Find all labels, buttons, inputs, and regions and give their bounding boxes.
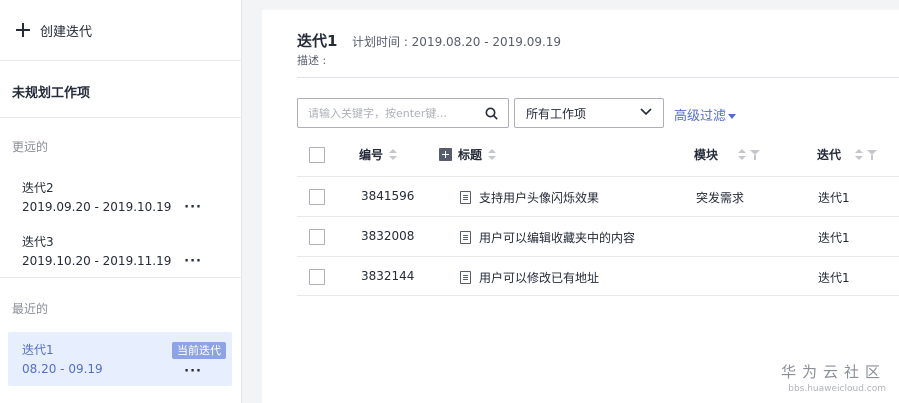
work-item-title[interactable]: 用户可以编辑收藏夹中的内容 — [460, 229, 635, 246]
row-checkbox[interactable] — [309, 189, 325, 205]
watermark-url: bbs.huaweicloud.com — [788, 384, 886, 394]
document-icon — [460, 231, 471, 244]
page-title: 迭代1 — [297, 32, 338, 50]
current-iteration-badge: 当前迭代 — [172, 342, 226, 359]
table-header: 编号 标题 模块 迭代 — [297, 136, 899, 176]
work-item-iteration: 迭代1 — [818, 231, 850, 245]
document-icon — [460, 271, 471, 284]
filter-icon[interactable] — [867, 149, 878, 160]
work-item-title-text: 用户可以编辑收藏夹中的内容 — [479, 231, 636, 245]
section-title-farther: 更远的 — [12, 140, 49, 154]
work-item-title[interactable]: 支持用户头像闪烁效果 — [460, 189, 599, 206]
advanced-filter-label: 高级过滤 — [674, 109, 727, 124]
work-item-title-text: 支持用户头像闪烁效果 — [479, 191, 600, 205]
iteration-name: 迭代2 — [22, 181, 54, 195]
app-root: 创建迭代 未规划工作项 更远的 迭代2 2019.09.20 - 2019.10… — [0, 0, 899, 403]
description-label: 描述 : — [297, 54, 327, 67]
section-title-recent: 最近的 — [12, 302, 49, 316]
work-item-iteration: 迭代1 — [818, 271, 850, 285]
divider — [0, 117, 242, 118]
work-item-id: 3832144 — [361, 269, 415, 283]
row-checkbox[interactable] — [309, 269, 325, 285]
sort-icon[interactable] — [389, 148, 398, 161]
work-item-title-text: 用户可以修改已有地址 — [479, 271, 600, 285]
watermark: 华为云社区 bbs.huaweicloud.com — [781, 361, 886, 394]
plan-time: 计划时间 : 2019.08.20 - 2019.09.19 — [352, 35, 562, 49]
more-icon[interactable]: ··· — [184, 255, 202, 268]
filter-icon[interactable] — [750, 149, 761, 160]
sort-icon[interactable] — [855, 148, 864, 161]
sidebar-item-iteration-1[interactable]: 迭代1 08.20 - 09.19 当前迭代 ··· — [8, 332, 232, 386]
column-header-id[interactable]: 编号 — [359, 146, 398, 163]
work-item-module: 突发需求 — [696, 191, 745, 205]
sort-icon[interactable] — [738, 148, 747, 161]
column-header-module[interactable]: 模块 — [694, 146, 761, 163]
work-item-type-select[interactable]: 所有工作项 — [514, 98, 664, 128]
column-header-title[interactable]: 标题 — [439, 146, 497, 163]
column-module-label: 模块 — [694, 148, 719, 162]
unplanned-work-items[interactable]: 未规划工作项 — [12, 82, 90, 101]
more-icon[interactable]: ··· — [184, 201, 202, 214]
select-all-checkbox[interactable] — [309, 147, 325, 163]
iteration-detail-panel: 迭代1 计划时间 : 2019.08.20 - 2019.09.19 描述 : … — [262, 10, 899, 403]
table-row[interactable]: 3841596 支持用户头像闪烁效果 突发需求 迭代1 — [297, 176, 899, 216]
column-title-label: 标题 — [458, 148, 483, 162]
divider — [0, 277, 242, 278]
work-item-iteration: 迭代1 — [818, 191, 850, 205]
table-row[interactable]: 3832008 用户可以编辑收藏夹中的内容 迭代1 — [297, 216, 899, 256]
sort-icon[interactable] — [488, 148, 497, 161]
chevron-down-icon — [640, 108, 652, 116]
document-icon — [460, 191, 471, 204]
column-id-label: 编号 — [359, 148, 384, 162]
advanced-filter-link[interactable]: 高级过滤 — [674, 105, 737, 124]
row-checkbox[interactable] — [309, 229, 325, 245]
table-row[interactable]: 3832144 用户可以修改已有地址 迭代1 — [297, 256, 899, 296]
caret-down-icon — [728, 114, 737, 119]
search-icon[interactable] — [485, 107, 498, 120]
iteration-sidebar: 创建迭代 未规划工作项 更远的 迭代2 2019.09.20 - 2019.10… — [0, 0, 242, 403]
more-icon[interactable]: ··· — [184, 365, 202, 378]
watermark-brand: 华为云社区 — [780, 363, 886, 381]
work-item-title[interactable]: 用户可以修改已有地址 — [460, 269, 599, 286]
add-column-icon[interactable] — [439, 148, 452, 161]
divider — [0, 60, 242, 61]
search-input[interactable] — [298, 100, 478, 126]
create-iteration-label: 创建迭代 — [40, 24, 93, 40]
column-iteration-label: 迭代 — [817, 148, 842, 162]
plus-icon — [16, 23, 30, 37]
iteration-name: 迭代3 — [22, 235, 54, 249]
create-iteration-button[interactable]: 创建迭代 — [16, 18, 92, 42]
work-item-id: 3841596 — [361, 189, 415, 203]
sidebar-item-iteration-3[interactable]: 迭代3 2019.10.20 - 2019.11.19 ··· — [8, 228, 232, 276]
column-header-iteration[interactable]: 迭代 — [817, 146, 878, 163]
work-item-id: 3832008 — [361, 229, 415, 243]
divider — [297, 77, 899, 78]
select-value: 所有工作项 — [526, 106, 587, 121]
sidebar-item-iteration-2[interactable]: 迭代2 2019.09.20 - 2019.10.19 ··· — [8, 174, 232, 222]
search-box — [297, 98, 509, 128]
